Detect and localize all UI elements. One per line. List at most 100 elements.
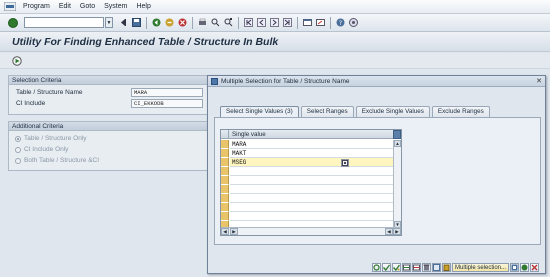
command-dropdown-icon[interactable]: ▼ [105, 17, 113, 28]
row-selector[interactable] [221, 176, 229, 185]
radio-indicator [15, 157, 21, 164]
back-icon[interactable] [152, 18, 162, 28]
table-structure-name-label: Table / Structure Name [16, 89, 83, 96]
radio-label: Table / Structure Only [24, 135, 87, 142]
first-page-icon[interactable] [244, 18, 254, 28]
svg-text:?: ? [339, 20, 342, 27]
find-next-icon[interactable] [224, 18, 234, 28]
row-selector[interactable] [221, 140, 229, 149]
single-value-cell[interactable]: MARA [230, 140, 395, 149]
single-value-cell[interactable] [230, 212, 395, 221]
title-bar: Utility For Finding Enhanced Table / Str… [0, 32, 550, 52]
radio-selected-indicator [15, 135, 21, 142]
radio-label: Both Table / Structure &CI [24, 157, 100, 164]
tab-select-single-values[interactable]: Select Single Values (3) [220, 106, 299, 117]
value-help-icon[interactable] [341, 158, 349, 167]
application-toolbar [0, 53, 550, 69]
dialog-title-bar: Multiple Selection for Table / Structure… [208, 76, 545, 87]
row-selector[interactable] [221, 203, 229, 212]
single-value-cell[interactable] [230, 203, 395, 212]
single-value-cell[interactable]: MAKT [230, 149, 395, 158]
cancel-icon[interactable] [178, 18, 188, 28]
radio-both[interactable]: Both Table / Structure &CI [15, 157, 99, 164]
scroll-right-small-icon[interactable]: ▶ [230, 228, 238, 235]
multiple-selection-dialog: Multiple Selection for Table / Structure… [207, 75, 546, 274]
scroll-up-icon[interactable]: ▲ [394, 140, 401, 147]
previous-page-icon[interactable] [257, 18, 267, 28]
save-icon[interactable] [132, 18, 142, 28]
row-selector[interactable] [221, 185, 229, 194]
scroll-right-icon[interactable]: ▶ [393, 228, 401, 235]
multiple-selection-button[interactable]: Multiple selection... [452, 263, 510, 272]
column-header-single-value: Single value [232, 131, 266, 138]
shortcut-icon[interactable] [316, 18, 326, 28]
options-icon[interactable] [510, 263, 520, 272]
next-page-icon[interactable] [270, 18, 280, 28]
exit-icon[interactable] [165, 18, 175, 28]
page-title: Utility For Finding Enhanced Table / Str… [12, 35, 279, 48]
delete-row-icon[interactable] [412, 263, 421, 272]
radio-table-structure-only[interactable]: Table / Structure Only [15, 135, 87, 142]
ci-include-label: CI Include [16, 100, 46, 107]
menu-help[interactable]: Help [136, 3, 150, 10]
row-selector[interactable] [221, 212, 229, 221]
radio-ci-include-only[interactable]: CI Include Only [15, 146, 68, 153]
cancel-icon[interactable] [530, 263, 540, 272]
ci-include-from-field[interactable]: CI_EKKODB [131, 99, 203, 108]
last-page-icon[interactable] [283, 18, 293, 28]
table-header: Single value [221, 130, 395, 139]
scroll-left-icon[interactable]: ◀ [221, 228, 229, 235]
help-icon[interactable] [520, 263, 530, 272]
history-back-icon[interactable] [119, 18, 129, 28]
print-icon[interactable] [198, 18, 208, 28]
dialog-footer: Multiple selection... [372, 263, 540, 272]
copy-check-icon[interactable] [382, 263, 391, 272]
single-value-cell[interactable] [230, 185, 395, 194]
command-field[interactable] [24, 17, 104, 28]
new-session-icon[interactable] [303, 18, 313, 28]
scroll-left-end-icon[interactable]: ◀ [385, 228, 393, 235]
menu-edit[interactable]: Edit [59, 3, 71, 10]
enter-icon[interactable] [8, 17, 18, 28]
tab-exclude-ranges[interactable]: Exclude Ranges [431, 106, 490, 117]
single-values-panel: Single value MARA MAKT MSEG ▲ ▼ ◀ ▶ ◀ ▶ [214, 117, 541, 245]
radio-indicator [15, 146, 21, 153]
vertical-scrollbar[interactable]: ▲ ▼ [393, 140, 401, 228]
row-selector[interactable] [221, 149, 229, 158]
layout-menu-icon[interactable] [349, 18, 359, 28]
help-icon[interactable]: ? [336, 18, 346, 28]
menu-program[interactable]: Program [23, 3, 50, 10]
column-settings-icon[interactable] [393, 130, 401, 139]
dialog-title: Multiple Selection for Table / Structure… [221, 77, 350, 85]
insert-row-icon[interactable] [402, 263, 411, 272]
tab-exclude-single-values[interactable]: Exclude Single Values [355, 106, 430, 117]
row-selector[interactable] [221, 167, 229, 176]
close-icon[interactable]: ✕ [535, 77, 543, 85]
dialog-window-icon [211, 77, 218, 85]
single-value-cell[interactable] [230, 194, 395, 203]
sap-menu-icon[interactable] [3, 1, 17, 13]
upload-clipboard-icon[interactable] [442, 263, 451, 272]
row-selector[interactable] [221, 158, 229, 167]
dialog-tabs: Select Single Values (3) Select Ranges E… [220, 106, 492, 117]
single-value-cell[interactable] [230, 176, 395, 185]
row-selector[interactable] [221, 194, 229, 203]
menu-system[interactable]: System [104, 3, 127, 10]
selection-criteria-group: Selection Criteria Table / Structure Nam… [8, 75, 213, 115]
table-structure-name-from-field[interactable]: MARA [131, 88, 203, 97]
delete-all-icon[interactable] [422, 263, 431, 272]
check-entries-icon[interactable] [392, 263, 401, 272]
tab-select-ranges[interactable]: Select Ranges [300, 106, 354, 117]
import-icon[interactable] [432, 263, 441, 272]
system-toolbar: ▼ ? [0, 14, 550, 32]
radio-label: CI Include Only [24, 146, 69, 153]
execute-icon[interactable] [11, 55, 22, 66]
single-value-cell[interactable]: MSEG [230, 158, 395, 167]
refresh-icon[interactable] [372, 263, 381, 272]
select-all-corner[interactable] [221, 130, 229, 139]
selection-criteria-header: Selection Criteria [9, 76, 212, 85]
single-value-cell[interactable] [230, 167, 395, 176]
horizontal-scrollbar[interactable]: ◀ ▶ ◀ ▶ [221, 227, 401, 235]
menu-goto[interactable]: Goto [80, 3, 95, 10]
find-icon[interactable] [211, 18, 221, 28]
